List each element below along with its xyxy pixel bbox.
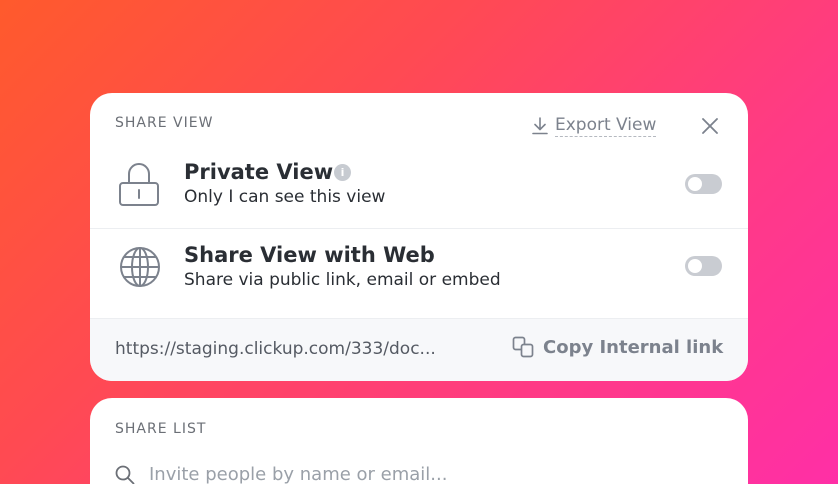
share-web-subtitle: Share via public link, email or embed [184,270,501,290]
link-url[interactable]: https://staging.clickup.com/333/doc... [115,339,436,359]
copy-internal-link-button[interactable]: Copy Internal link [512,336,723,358]
share-web-title: Share View with Web [184,243,435,267]
invite-search [115,464,589,484]
copy-icon [512,336,534,358]
export-view-label: Export View [555,115,657,137]
private-view-row: Private View i Only I can see this view [90,153,748,228]
share-view-panel: SHARE VIEW Export View Private View i On… [90,93,748,381]
link-bar: https://staging.clickup.com/333/doc... C… [90,318,748,381]
toggle-knob [688,177,702,191]
close-button[interactable] [700,116,720,136]
info-icon[interactable]: i [334,164,351,181]
share-web-row: Share View with Web Share via public lin… [90,229,748,318]
globe-icon [120,247,160,287]
invite-input[interactable] [149,464,589,484]
lock-icon [119,163,159,206]
private-view-toggle[interactable] [685,174,722,194]
private-view-subtitle: Only I can see this view [184,187,386,207]
copy-internal-link-label: Copy Internal link [543,336,724,358]
download-icon [532,117,548,135]
export-view-button[interactable]: Export View [532,115,657,137]
private-view-title: Private View [184,160,334,184]
share-web-toggle[interactable] [685,256,722,276]
search-icon [115,465,135,484]
share-list-panel: SHARE LIST [90,398,748,484]
close-icon [702,118,718,134]
share-view-label: SHARE VIEW [115,115,214,131]
share-list-label: SHARE LIST [115,421,207,437]
toggle-knob [688,259,702,273]
